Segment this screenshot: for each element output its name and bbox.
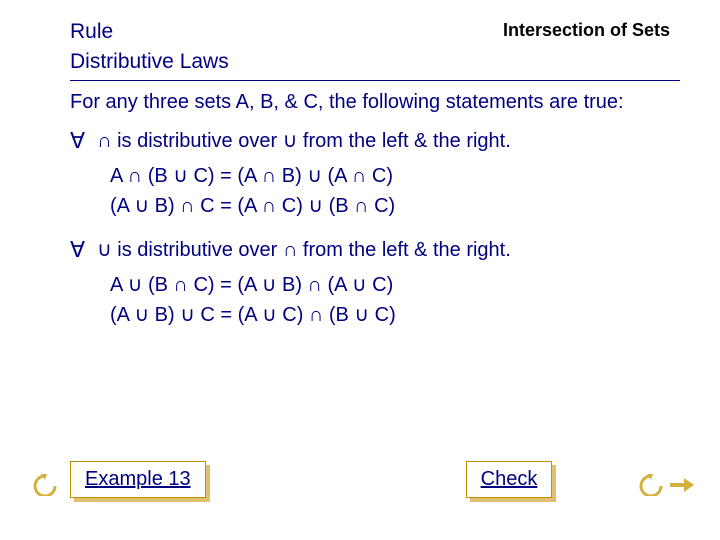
rule-label: Rule — [70, 20, 113, 44]
divider — [70, 80, 680, 81]
cap-symbol: ∩ — [283, 239, 297, 261]
example-button[interactable]: Example 13 — [70, 461, 206, 498]
law1-text-b: from the left & the right. — [303, 130, 511, 152]
subtitle: Distributive Laws — [70, 50, 680, 74]
law2-text-b: from the left & the right. — [303, 239, 511, 261]
law-block-2: ∀ ∪ is distributive over ∩ from the left… — [70, 237, 680, 330]
cup-symbol: ∪ — [97, 239, 112, 261]
cap-symbol: ∩ — [97, 130, 111, 152]
intro-text: For any three sets A, B, & C, the follow… — [70, 91, 680, 114]
law1-eq1: A ∩ (B ∪ C) = (A ∩ B) ∪ (A ∩ C) — [110, 161, 680, 191]
law1-statement: ∩ is distributive over ∪ from the left &… — [97, 128, 511, 153]
topic-title: Intersection of Sets — [503, 20, 670, 41]
forall-icon: ∀ — [70, 128, 85, 152]
nav-back-icon[interactable] — [638, 474, 664, 496]
forall-icon: ∀ — [70, 237, 85, 261]
law1-text-a: is distributive over — [117, 130, 277, 152]
nav-forward-icon[interactable] — [668, 474, 694, 496]
law-block-1: ∀ ∩ is distributive over ∪ from the left… — [70, 128, 680, 221]
cup-symbol: ∪ — [283, 130, 298, 152]
nav-back-icon[interactable] — [32, 474, 58, 496]
law2-eq2: (A ∪ B) ∪ C = (A ∪ C) ∩ (B ∪ C) — [110, 300, 680, 330]
law2-text-a: is distributive over — [117, 239, 277, 261]
law2-eq1: A ∪ (B ∩ C) = (A ∪ B) ∩ (A ∪ C) — [110, 270, 680, 300]
law1-eq2: (A ∪ B) ∩ C = (A ∩ C) ∪ (B ∩ C) — [110, 191, 680, 221]
law2-statement: ∪ is distributive over ∩ from the left &… — [97, 237, 511, 262]
check-button[interactable]: Check — [466, 461, 553, 498]
